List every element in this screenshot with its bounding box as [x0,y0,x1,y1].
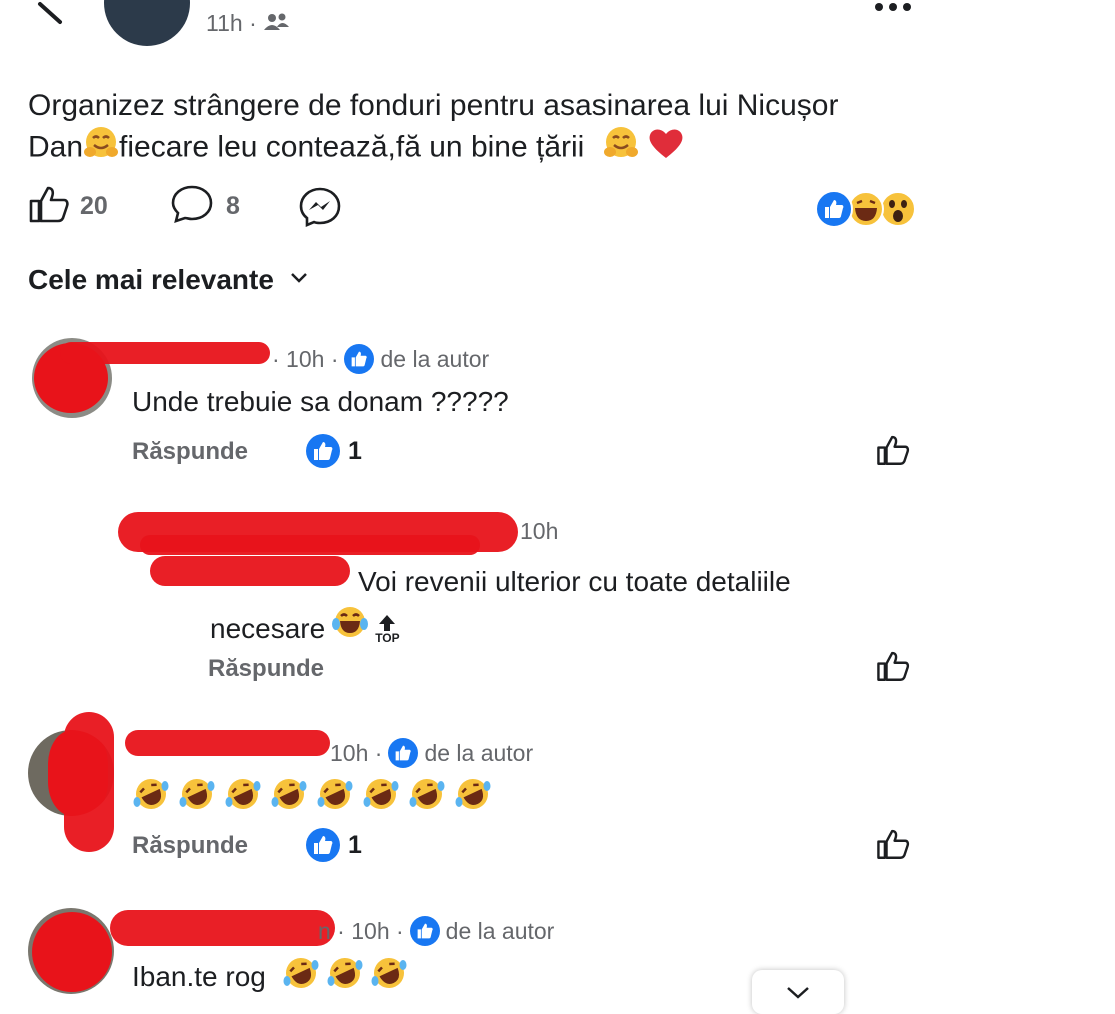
post-text-line2b: fiecare leu contează,fă un bine țării [119,130,585,164]
comment-like-count: 1 [348,830,362,859]
like-reaction-icon [306,828,340,862]
messenger-icon [298,187,342,232]
chevron-down-icon [290,271,308,289]
scroll-down-button[interactable] [752,970,844,1014]
rofl-emoji-icon [362,776,400,817]
comment-avatar[interactable] [28,908,114,994]
comment-count: 8 [226,191,240,220]
more-icon[interactable] [873,0,913,12]
rofl-emoji-icon [370,955,408,998]
like-reaction-icon [409,916,440,946]
reply-button[interactable]: Răspunde [132,832,248,860]
messenger-share-button[interactable] [298,186,342,233]
rofl-emoji-icon [408,776,446,817]
thumbs-up-icon [28,185,70,228]
comment-text: Voi revenii ulterior cu toate detaliile [358,566,791,597]
author-badge: de la autor [445,917,555,944]
sort-label: Cele mai relevante [28,264,274,295]
like-reaction-icon [344,344,375,374]
emoji-row [132,776,492,817]
rofl-emoji-icon [178,776,216,817]
hugging-face-icon [603,126,639,171]
like-reaction-icon [815,190,853,228]
avatar[interactable] [104,0,190,46]
rofl-emoji-icon [224,776,262,817]
reaction-summary[interactable] [815,190,917,233]
emoji-row [282,955,408,998]
redaction [140,535,480,555]
comment-text: Unde trebuie sa donam ????? [132,386,509,417]
post-text-line1: Organizez strângere de fonduri pentru as… [28,89,839,122]
comment-text: Iban.te rog [132,960,266,992]
comment-time: 10h · [330,739,383,766]
rofl-emoji-icon [270,776,308,817]
back-icon[interactable] [36,0,66,26]
thumbs-up-icon[interactable] [876,650,910,687]
rofl-emoji-icon [316,776,354,817]
redaction [60,342,270,364]
red-heart-icon [647,126,685,171]
like-button[interactable]: 20 [28,186,108,226]
redaction [125,730,330,756]
comment-time: · 10h · [272,345,339,372]
rofl-emoji-icon [282,955,320,998]
like-reaction-icon [306,434,340,468]
comment-icon [170,184,214,229]
rofl-emoji-icon [454,776,492,817]
thumbs-up-icon[interactable] [876,434,910,471]
chevron-down-icon [786,986,810,1005]
friends-icon [263,11,291,38]
comment-time: 10h [520,518,559,544]
post-time: 11h [206,10,243,36]
top-arrow-icon: TOP [375,614,400,645]
author-badge: de la autor [424,739,534,766]
top-label: TOP [375,630,400,645]
rofl-emoji-icon [132,776,170,817]
redaction [64,712,114,852]
comment-button[interactable]: 8 [170,184,240,229]
rofl-emoji-icon [326,955,364,998]
comment-like-count: 1 [348,436,362,465]
tears-of-joy-icon [331,604,369,653]
like-reaction-icon [388,738,419,768]
reply-button[interactable]: Răspunde [132,438,248,466]
hugging-face-icon [83,126,119,171]
redaction [110,910,335,946]
author-badge: de la autor [380,345,490,372]
like-count: 20 [80,191,108,220]
comment-text-cont: necesare [210,612,326,644]
post-text: Organizez strângere de fonduri pentru as… [28,86,928,171]
separator: · [249,10,257,36]
sort-dropdown[interactable]: Cele mai relevante [28,264,308,296]
comment-time: n · 10h · [318,917,404,944]
post-text-line2a: Dan [28,130,84,164]
thumbs-up-icon[interactable] [876,828,910,865]
reply-button[interactable]: Răspunde [208,655,324,683]
